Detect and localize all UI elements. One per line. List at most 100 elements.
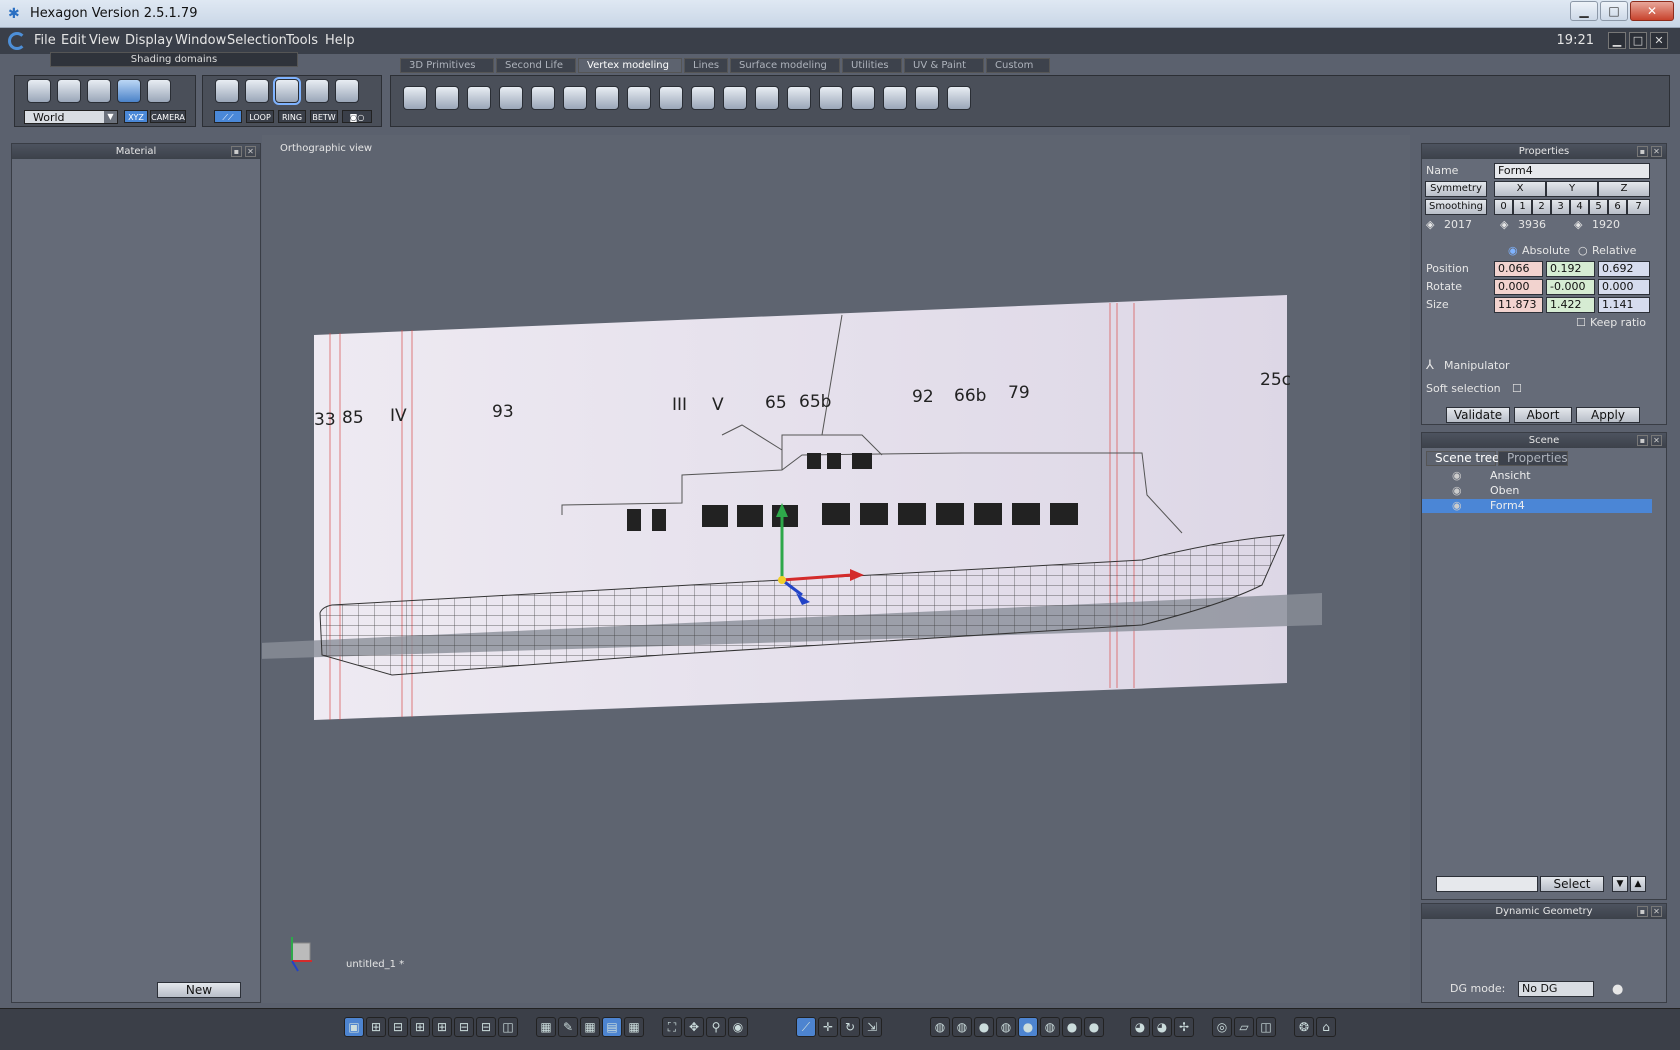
weld-icon[interactable] — [659, 86, 683, 110]
orthographic-viewport[interactable]: Orthographic view 33 85 IV 93 III V 65 6… — [262, 135, 1410, 1003]
position-y-field[interactable]: 0.192 — [1546, 261, 1595, 277]
add-vertex-icon[interactable] — [915, 86, 939, 110]
close-icon[interactable]: ✕ — [1651, 906, 1662, 917]
size-z-field[interactable]: 1.141 — [1598, 297, 1650, 313]
menu-tools[interactable]: Tools — [286, 33, 318, 48]
smoothing-button[interactable]: Smoothing — [1425, 199, 1487, 215]
symmetry-icon[interactable] — [819, 86, 843, 110]
menu-help[interactable]: Help — [325, 33, 355, 48]
reflective-sphere-icon[interactable]: ● — [1084, 1017, 1104, 1037]
paint-icon[interactable]: ✎ — [558, 1017, 578, 1037]
slice-icon[interactable] — [595, 86, 619, 110]
subdivide-icon[interactable] — [883, 86, 907, 110]
tapering-icon[interactable] — [499, 86, 523, 110]
cube-icon[interactable]: ▱ — [1234, 1017, 1254, 1037]
smooth-icon[interactable] — [851, 86, 875, 110]
paint-select-icon[interactable] — [87, 79, 111, 103]
extrude-icon[interactable] — [403, 86, 427, 110]
bevel-icon[interactable] — [531, 86, 555, 110]
minimize-window-button[interactable]: ▁ — [1570, 1, 1598, 21]
material-editor-icon[interactable]: ▦ — [536, 1017, 556, 1037]
pin-icon[interactable]: ▪ — [231, 146, 242, 157]
all-components-icon[interactable] — [335, 79, 359, 103]
pin-icon[interactable]: ▪ — [1637, 146, 1648, 157]
menu-window[interactable]: Window — [175, 33, 226, 48]
scroll-up-button[interactable]: ▲ — [1630, 876, 1646, 892]
eye-icon[interactable]: ◉ — [1452, 499, 1462, 513]
single-view-layout-icon[interactable]: ▣ — [344, 1017, 364, 1037]
zoom-extents-icon[interactable]: ⛶ — [662, 1017, 682, 1037]
smoothing-level-0[interactable]: 0 — [1494, 199, 1513, 215]
chamfer-icon[interactable] — [563, 86, 587, 110]
camera-icon[interactable]: ⌂ — [1316, 1017, 1336, 1037]
maximize-window-button[interactable]: □ — [1600, 1, 1628, 21]
pin-icon[interactable]: ▪ — [1637, 906, 1648, 917]
ghost-select-icon[interactable] — [147, 79, 171, 103]
face-mode-icon[interactable] — [245, 79, 269, 103]
edge-mode-icon[interactable] — [273, 77, 301, 105]
tab-scene-properties[interactable]: Properties — [1498, 451, 1568, 466]
close-icon[interactable]: ✕ — [1651, 435, 1662, 446]
wireframe-sphere-icon[interactable]: ◍ — [930, 1017, 950, 1037]
lasso-select-icon[interactable] — [57, 79, 81, 103]
relative-radio[interactable]: ○ — [1578, 244, 1588, 257]
side-view-layout-icon[interactable]: ⊞ — [432, 1017, 452, 1037]
select-button[interactable]: Select — [1540, 876, 1604, 892]
tab-second-life[interactable]: Second Life — [496, 58, 576, 73]
size-x-field[interactable]: 11.873 — [1494, 297, 1543, 313]
move-gizmo-icon[interactable]: ✛ — [818, 1017, 838, 1037]
scene-item-form4[interactable]: ◉ Form4 — [1422, 499, 1652, 513]
smoothing-level-2[interactable]: 2 — [1532, 199, 1551, 215]
grow-shrink-toggle[interactable]: ◙○ — [342, 110, 372, 123]
coordinate-system-select[interactable]: World ▼ — [24, 110, 118, 124]
tab-3d-primitives[interactable]: 3D Primitives — [400, 58, 494, 73]
orthographic-view-icon[interactable]: ⟋ — [796, 1017, 816, 1037]
between-toggle[interactable]: BETW — [310, 110, 338, 123]
menu-view[interactable]: View — [89, 33, 120, 48]
pin-icon[interactable]: ▪ — [1637, 435, 1648, 446]
textured-sphere-icon[interactable]: ◍ — [1040, 1017, 1060, 1037]
tessellate-icon[interactable] — [723, 86, 747, 110]
menu-selection[interactable]: Selection — [227, 33, 287, 48]
uv-grid-icon[interactable]: ▦ — [580, 1017, 600, 1037]
select-arrow-icon[interactable] — [27, 79, 51, 103]
smooth-shaded-sphere-icon[interactable]: ● — [1018, 1017, 1038, 1037]
carve-icon[interactable] — [467, 86, 491, 110]
smoothing-level-3[interactable]: 3 — [1551, 199, 1570, 215]
vertex-mode-icon[interactable] — [305, 79, 329, 103]
mdi-close-button[interactable]: ✕ — [1650, 32, 1668, 49]
size-y-field[interactable]: 1.422 — [1546, 297, 1595, 313]
quad-view-layout-icon[interactable]: ⊞ — [366, 1017, 386, 1037]
flat-shaded-sphere-icon[interactable]: ● — [974, 1017, 994, 1037]
show-all-icon[interactable]: ◕ — [1130, 1017, 1150, 1037]
scene-item-oben[interactable]: ◉ Oben — [1422, 484, 1652, 498]
snap-icon[interactable]: ◎ — [1212, 1017, 1232, 1037]
magic-select-icon[interactable] — [117, 79, 141, 103]
pan-icon[interactable]: ✥ — [684, 1017, 704, 1037]
dg-mode-select[interactable]: No DG — [1518, 981, 1594, 997]
look-icon[interactable]: ◉ — [728, 1017, 748, 1037]
zoom-icon[interactable]: ⚲ — [706, 1017, 726, 1037]
scene-item-ansicht[interactable]: ◉ Ansicht — [1422, 469, 1652, 483]
vertical-layout-icon[interactable]: ◫ — [498, 1017, 518, 1037]
remove-vertex-icon[interactable] — [947, 86, 971, 110]
loop-toggle[interactable]: LOOP — [246, 110, 274, 123]
symmetry-x-toggle[interactable]: X — [1494, 181, 1546, 197]
render-icon[interactable]: ❂ — [1294, 1017, 1314, 1037]
tab-vertex-modeling[interactable]: Vertex modeling — [578, 58, 682, 73]
new-material-button[interactable]: New — [157, 982, 241, 998]
rotate-x-field[interactable]: 0.000 — [1494, 279, 1543, 295]
shading-domains-bar[interactable]: Shading domains — [50, 52, 298, 67]
smooth-wire-sphere-icon[interactable]: ◍ — [996, 1017, 1016, 1037]
smoothing-level-5[interactable]: 5 — [1589, 199, 1608, 215]
tab-uv-paint[interactable]: UV & Paint — [904, 58, 984, 73]
inflate-icon[interactable] — [435, 86, 459, 110]
bridge-icon[interactable] — [787, 86, 811, 110]
horizontal-split-icon[interactable]: ⊟ — [454, 1017, 474, 1037]
tab-lines[interactable]: Lines — [684, 58, 728, 73]
transform-icon[interactable]: ✢ — [1174, 1017, 1194, 1037]
split-view-layout-icon[interactable]: ⊞ — [410, 1017, 430, 1037]
keep-ratio-checkbox[interactable]: ☐ — [1576, 316, 1586, 329]
scene-search-input[interactable] — [1436, 876, 1538, 892]
hidden-line-sphere-icon[interactable]: ◍ — [952, 1017, 972, 1037]
